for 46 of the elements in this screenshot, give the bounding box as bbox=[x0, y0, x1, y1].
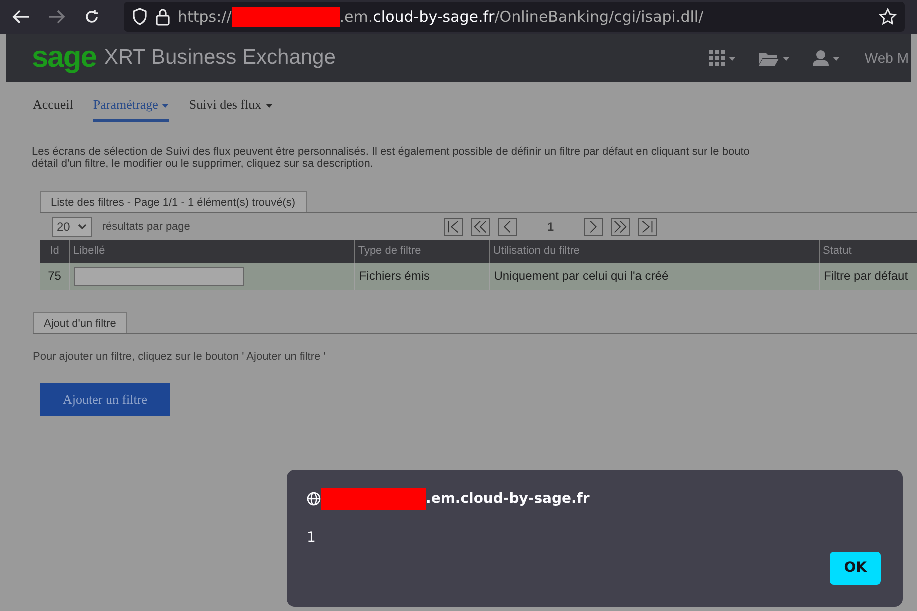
nav-tab[interactable]: Paramétrage bbox=[93, 95, 170, 122]
table-cell: Uniquement par celui qui l'a créé bbox=[490, 262, 820, 290]
star-icon[interactable] bbox=[879, 8, 897, 26]
intro-paragraph: Les écrans de sélection de Suivi des flux peuvent être personnalisés. Il est également possible de définir un filtre par défaut en cliquant sur le bouto détail d'un filtre, le modifier ou le supprimer, cliquez sur sa description. bbox=[31, 144, 751, 171]
reload-icon[interactable] bbox=[84, 9, 100, 25]
next-page-button[interactable] bbox=[584, 218, 604, 236]
last-page-button[interactable] bbox=[638, 218, 658, 236]
page-size-select[interactable]: 20 bbox=[52, 217, 92, 238]
previous-pages-button[interactable] bbox=[471, 218, 490, 236]
alert-message: 1 bbox=[307, 529, 316, 548]
globe-icon bbox=[307, 492, 321, 506]
lock-icon bbox=[156, 8, 170, 26]
column-header: Statut bbox=[820, 240, 917, 263]
add-filter-button[interactable]: Ajouter un filtre bbox=[40, 382, 170, 416]
nav-tab[interactable]: Accueil bbox=[33, 95, 74, 122]
table-cell: Fichiers émis bbox=[354, 262, 490, 290]
folder-menu-icon[interactable] bbox=[758, 50, 791, 66]
column-header: Id bbox=[40, 240, 70, 263]
ok-button[interactable]: OK bbox=[830, 552, 881, 585]
app-title: XRT Business Exchange bbox=[104, 45, 336, 72]
grid-menu-icon[interactable] bbox=[708, 50, 737, 66]
chevron-icon bbox=[78, 224, 88, 230]
column-header: Utilisation du filtre bbox=[490, 240, 820, 263]
user-menu[interactable]: Web M bbox=[864, 48, 909, 68]
column-header: Type de filtre bbox=[354, 240, 490, 263]
nav-tab[interactable]: Suivi des flux bbox=[189, 95, 273, 122]
current-page: 1 bbox=[547, 219, 554, 236]
alert-host: .em.cloud-by-sage.fr bbox=[426, 490, 590, 508]
address-bar[interactable]: https:// .em.cloud-by-sage.fr/OnlineBanking/cgi/isapi.dll/ bbox=[124, 2, 905, 32]
instruction-text: Pour ajouter un filtre, cliquez sur le bouton ' Ajouter un filtre ' bbox=[33, 350, 327, 366]
back-icon[interactable] bbox=[12, 9, 30, 25]
table-cell: 75 bbox=[40, 262, 70, 290]
logo-text: sage bbox=[32, 43, 96, 73]
url-text: https:// .em.cloud-by-sage.fr/OnlineBanking/cgi/isapi.dll/ bbox=[178, 6, 704, 28]
list-tab[interactable]: Liste des filtres - Page 1/1 - 1 élément(s) trouvé(s) bbox=[40, 190, 307, 212]
shield-icon bbox=[132, 8, 148, 26]
table-cell: Filtre par défaut bbox=[820, 262, 917, 290]
page-size-label: résultats par page bbox=[102, 220, 190, 236]
next-pages-button[interactable] bbox=[611, 218, 630, 236]
forward-icon[interactable] bbox=[48, 9, 66, 25]
add-filter-tab[interactable]: Ajout d'un filtre bbox=[33, 312, 128, 334]
first-page-button[interactable] bbox=[444, 218, 464, 236]
previous-page-button[interactable] bbox=[498, 218, 518, 236]
label-input[interactable] bbox=[74, 266, 244, 286]
user-menu-icon[interactable] bbox=[812, 50, 841, 66]
column-header: Libellé bbox=[70, 240, 355, 263]
